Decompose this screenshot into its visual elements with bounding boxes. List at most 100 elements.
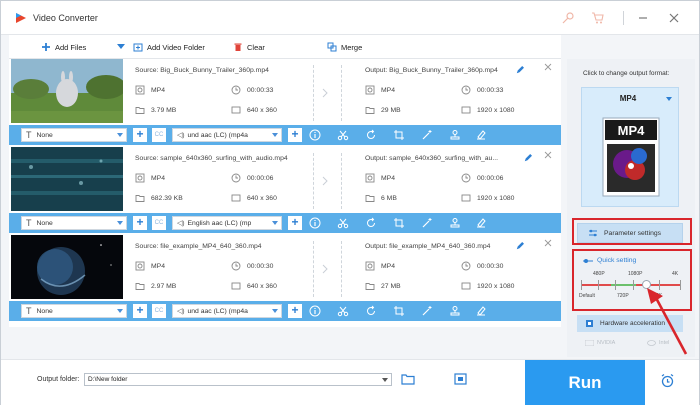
file-controls-bar: T None + CC ◁) und aac (LC) (mp4a + xyxy=(9,301,561,321)
divider xyxy=(341,65,342,121)
add-subtitle-button[interactable]: + xyxy=(133,128,147,142)
text-icon: T xyxy=(26,218,32,228)
add-audio-button[interactable]: + xyxy=(288,216,302,230)
cc-button[interactable]: CC xyxy=(152,304,166,318)
add-files-button[interactable]: Add Files xyxy=(41,41,86,53)
subtitle-edit-icon[interactable] xyxy=(475,217,487,229)
edit-icon[interactable] xyxy=(515,242,524,251)
remove-file-icon[interactable] xyxy=(544,63,552,71)
effects-wand-icon[interactable] xyxy=(421,217,433,229)
source-size: 2.97 MB xyxy=(135,281,176,291)
source-duration: 00:00:06 xyxy=(231,173,273,183)
format-icon xyxy=(135,173,145,183)
subtitle-select[interactable]: T None xyxy=(21,216,127,230)
remove-file-icon[interactable] xyxy=(544,151,552,159)
remove-file-icon[interactable] xyxy=(544,239,552,247)
rotate-icon[interactable] xyxy=(365,217,377,229)
speaker-icon: ◁) xyxy=(177,132,185,139)
output-format-hint: Click to change output format: xyxy=(583,70,670,77)
output-duration: 00:00:06 xyxy=(461,173,503,183)
add-audio-button[interactable]: + xyxy=(288,304,302,318)
browse-folder-icon[interactable] xyxy=(401,373,415,385)
output-format: MP4 xyxy=(365,261,395,271)
alarm-clock-icon[interactable] xyxy=(660,373,675,388)
video-thumbnail[interactable] xyxy=(11,59,123,123)
info-icon[interactable] xyxy=(309,129,321,141)
app-window: Video Converter Add Files Add Video Fold… xyxy=(0,0,700,405)
rotate-icon[interactable] xyxy=(365,129,377,141)
trash-icon xyxy=(234,43,242,51)
run-button[interactable]: Run xyxy=(525,360,645,405)
file-info: Source: sample_640x360_surfing_with_audi… xyxy=(9,147,561,213)
subtitle-edit-icon[interactable] xyxy=(475,129,487,141)
watermark-stamp-icon[interactable] xyxy=(449,217,461,229)
audio-track-select[interactable]: ◁) und aac (LC) (mp4a xyxy=(172,128,282,142)
scissors-icon[interactable] xyxy=(337,305,349,317)
watermark-stamp-icon[interactable] xyxy=(449,129,461,141)
chevron-down-icon xyxy=(382,378,388,382)
file-info: Source: file_example_MP4_640_360.mp4 MP4… xyxy=(9,235,561,301)
cart-icon[interactable] xyxy=(591,11,605,25)
subtitle-edit-icon[interactable] xyxy=(475,305,487,317)
edit-icon[interactable] xyxy=(523,154,532,163)
subtitle-select[interactable]: T None xyxy=(21,304,127,318)
effects-wand-icon[interactable] xyxy=(421,305,433,317)
output-duration: 00:00:30 xyxy=(461,261,503,271)
source-size: 682.39 KB xyxy=(135,193,183,203)
file-controls-bar: T None + CC ◁) English aac (LC) (mp + xyxy=(9,213,561,233)
cc-button[interactable]: CC xyxy=(152,128,166,142)
minimize-icon[interactable] xyxy=(636,11,650,25)
output-format: MP4 xyxy=(365,85,395,95)
output-folder-input[interactable]: D:\New folder xyxy=(84,373,392,386)
title-bar: Video Converter xyxy=(1,1,699,35)
video-thumbnail[interactable] xyxy=(11,147,123,211)
clock-icon xyxy=(231,85,241,95)
source-filename: Source: Big_Buck_Bunny_Trailer_360p.mp4 xyxy=(135,67,269,74)
output-folder-label: Output folder: xyxy=(37,376,80,383)
effects-wand-icon[interactable] xyxy=(421,129,433,141)
scissors-icon[interactable] xyxy=(337,129,349,141)
source-format: MP4 xyxy=(135,173,165,183)
output-format-selector[interactable]: MP4 MP4 xyxy=(581,87,679,207)
cc-button[interactable]: CC xyxy=(152,216,166,230)
file-list: Source: Big_Buck_Bunny_Trailer_360p.mp4 … xyxy=(9,59,561,327)
info-icon[interactable] xyxy=(309,305,321,317)
source-resolution: 640 x 360 xyxy=(231,281,277,291)
info-icon[interactable] xyxy=(309,217,321,229)
chip-icon xyxy=(586,320,593,327)
watermark-stamp-icon[interactable] xyxy=(449,305,461,317)
chevron-down-icon xyxy=(272,309,278,313)
source-resolution: 640 x 360 xyxy=(231,105,277,115)
speaker-icon: ◁) xyxy=(177,308,185,315)
open-output-folder-icon[interactable] xyxy=(454,373,467,385)
add-video-folder-button[interactable]: Add Video Folder xyxy=(133,41,205,53)
rotate-icon[interactable] xyxy=(365,305,377,317)
source-filename: Source: file_example_MP4_640_360.mp4 xyxy=(135,243,262,250)
add-subtitle-button[interactable]: + xyxy=(133,216,147,230)
merge-icon xyxy=(327,42,337,52)
add-files-dropdown-icon[interactable] xyxy=(117,44,125,50)
subtitle-select[interactable]: T None xyxy=(21,128,127,142)
crop-icon[interactable] xyxy=(393,217,405,229)
output-filename: Output: Big_Buck_Bunny_Trailer_360p.mp4 xyxy=(365,67,498,74)
close-window-icon[interactable] xyxy=(667,11,681,25)
audio-track-select[interactable]: ◁) English aac (LC) (mp xyxy=(172,216,282,230)
file-controls-bar: T None + CC ◁) und aac (LC) (mp4a + xyxy=(9,125,561,145)
add-subtitle-button[interactable]: + xyxy=(133,304,147,318)
clear-button[interactable]: Clear xyxy=(233,41,265,53)
video-thumbnail[interactable] xyxy=(11,235,123,299)
chevron-right-icon xyxy=(322,176,328,186)
audio-track-select[interactable]: ◁) und aac (LC) (mp4a xyxy=(172,304,282,318)
merge-button[interactable]: Merge xyxy=(327,41,362,53)
nvidia-badge: NVIDIA xyxy=(585,340,615,346)
scissors-icon[interactable] xyxy=(337,217,349,229)
chevron-down-icon xyxy=(272,221,278,225)
key-icon[interactable] xyxy=(561,11,575,25)
crop-icon[interactable] xyxy=(393,129,405,141)
add-audio-button[interactable]: + xyxy=(288,128,302,142)
format-icon xyxy=(365,261,375,271)
file-row: Source: Big_Buck_Bunny_Trailer_360p.mp4 … xyxy=(9,59,561,149)
crop-icon[interactable] xyxy=(393,305,405,317)
merge-label: Merge xyxy=(341,42,363,52)
edit-icon[interactable] xyxy=(515,66,524,75)
